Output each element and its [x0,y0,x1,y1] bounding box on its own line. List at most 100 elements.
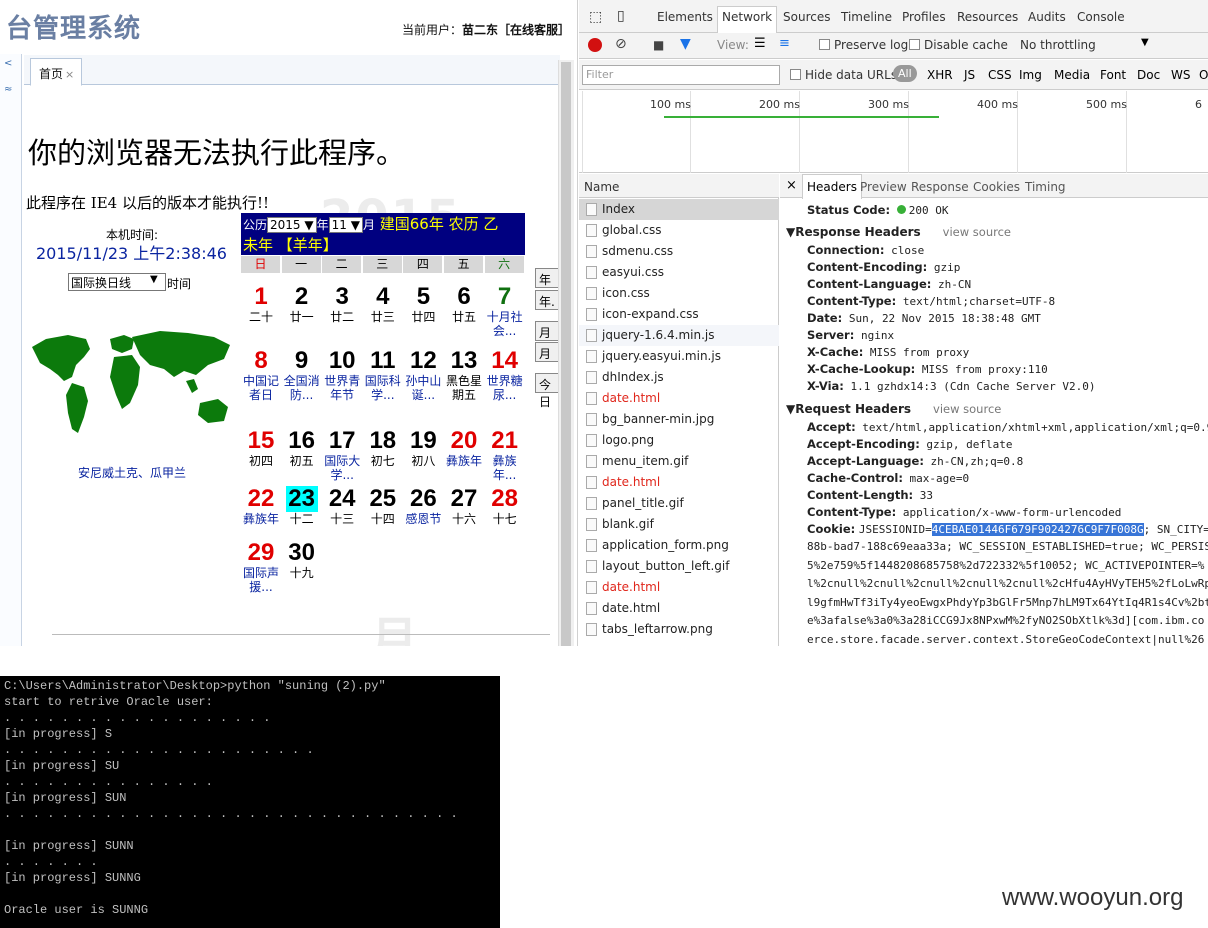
calendar-day[interactable]: 19 初八 [403,428,443,469]
calendar-day[interactable]: 21 彝族年... [485,428,525,483]
tab-elements[interactable]: Elements [657,10,713,24]
tab-audits[interactable]: Audits [1028,10,1066,24]
filter-xhr[interactable]: XHR [927,68,953,82]
disable-cache-checkbox[interactable] [909,39,920,50]
request-row[interactable]: bg_banner-min.jpg [579,409,779,430]
calendar-day[interactable]: 17 国际大学... [322,428,362,483]
calendar-day[interactable]: 8 中国记者日 [241,348,281,403]
calendar-day[interactable]: 9 全国消防... [282,348,322,403]
request-row[interactable]: menu_item.gif [579,451,779,472]
tab-response[interactable]: Response [911,180,969,194]
tab-timing[interactable]: Timing [1025,180,1066,194]
request-row[interactable]: easyui.css [579,262,779,283]
response-headers-section[interactable]: ▼Response Headers view source [786,225,1011,239]
request-row[interactable]: date.html [579,577,779,598]
tab-profiles[interactable]: Profiles [902,10,946,24]
preserve-log-checkbox[interactable] [819,39,830,50]
filter-ws[interactable]: WS [1171,68,1190,82]
calendar-day[interactable]: 10 世界青年节 [322,348,362,403]
close-icon[interactable]: × [786,178,797,193]
throttling-select[interactable]: No throttling [1020,38,1096,52]
tab-cookies[interactable]: Cookies [973,180,1020,194]
device-mode-icon[interactable]: ▯ [617,8,625,24]
network-overview-timeline[interactable]: 100 ms 200 ms 300 ms 400 ms 500 ms 6 [579,91,1208,173]
calendar-day[interactable]: 28 十七 [485,486,525,527]
tab-console[interactable]: Console [1077,10,1125,24]
tab-preview[interactable]: Preview [860,180,907,194]
calendar-day[interactable]: 13 黑色星期五 [444,348,484,403]
calendar-day[interactable]: 5 廿四 [403,284,443,325]
filter-img[interactable]: Img [1019,68,1042,82]
filter-font[interactable]: Font [1100,68,1126,82]
request-row[interactable]: jquery.easyui.min.js [579,346,779,367]
request-row[interactable]: global.css [579,220,779,241]
request-row[interactable]: tabs_leftarrow.png [579,619,779,640]
throttling-arrow-icon[interactable]: ▼ [1141,37,1149,48]
calendar-day[interactable]: 22 彝族年 [241,486,281,527]
expand-arrow-icon[interactable]: < [4,58,18,74]
calendar-day[interactable]: 27 十六 [444,486,484,527]
month-select[interactable]: 11 ▼ [328,216,363,233]
calendar-day[interactable]: 3 廿二 [322,284,362,325]
hide-data-urls-toggle[interactable]: Hide data URLs [790,68,897,82]
calendar-day[interactable]: 24 十三 [322,486,362,527]
request-row[interactable]: panel_title.gif [579,493,779,514]
calendar-day[interactable]: 26 感恩节 [403,486,443,527]
tab-close-icon[interactable]: × [65,68,74,81]
request-row[interactable]: date.html [579,472,779,493]
calendar-day[interactable]: 18 初七 [363,428,403,469]
disable-cache-toggle[interactable]: Disable cache [909,38,1008,52]
tab-home[interactable]: 首页 × [30,58,82,86]
filter-css[interactable]: CSS [988,68,1012,82]
calendar-day[interactable]: 20 彝族年 [444,428,484,469]
calendar-day[interactable]: 7 十月社会... [485,284,525,339]
calendar-day[interactable]: 4 廿三 [363,284,403,325]
column-header-name[interactable]: Name [579,174,779,198]
clear-icon[interactable]: ⊘ [615,36,627,52]
waterfall-icon[interactable]: ≡ [779,36,790,51]
calendar-day[interactable]: 1 二十 [241,284,281,325]
view-source-link[interactable]: view source [933,402,1001,416]
menu-toggle-icon[interactable]: ≈ [4,84,18,100]
request-row[interactable]: date.html [579,598,779,619]
tab-network[interactable]: Network [717,6,778,33]
request-row[interactable]: icon-expand.css [579,304,779,325]
camera-icon[interactable]: ■ [653,38,664,52]
filter-media[interactable]: Media [1054,68,1090,82]
year-select[interactable]: 2015 ▼ [267,216,317,233]
view-source-link[interactable]: view source [943,225,1011,239]
request-row[interactable]: layout_button_left.gif [579,556,779,577]
request-row[interactable]: logo.png [579,430,779,451]
calendar-day[interactable]: 23 十二 [282,486,322,526]
tab-headers[interactable]: Headers [802,174,862,199]
request-row[interactable]: dhIndex.js [579,367,779,388]
request-row[interactable]: application_form.png [579,535,779,556]
request-row[interactable]: jquery-1.6.4.min.js [579,325,779,346]
filter-doc[interactable]: Doc [1137,68,1160,82]
record-icon[interactable] [588,38,602,52]
calendar-day[interactable]: 15 初四 [241,428,281,469]
calendar-day[interactable]: 6 廿五 [444,284,484,325]
inspect-element-icon[interactable]: ⬚ [589,9,602,25]
calendar-day[interactable]: 14 世界糖尿... [485,348,525,403]
cookie-session-id[interactable]: 4CEBAE01446F679F9024276C9F7F008G [931,523,1144,536]
filter-all[interactable]: All [893,65,917,82]
request-row[interactable]: sdmenu.css [579,241,779,262]
request-row[interactable]: Index [579,199,779,220]
calendar-day[interactable]: 16 初五 [282,428,322,469]
request-row[interactable]: blank.gif [579,514,779,535]
calendar-day[interactable]: 12 孙中山诞... [403,348,443,403]
dropdown-arrow-icon[interactable]: ▼ [150,274,158,285]
hide-data-urls-checkbox[interactable] [790,69,801,80]
filter-other[interactable]: O [1199,68,1208,82]
calendar-day[interactable]: 2 廿一 [282,284,322,325]
filter-input[interactable]: Filter [582,65,780,85]
filter-js[interactable]: JS [964,68,975,82]
request-headers-section[interactable]: ▼Request Headers view source [786,402,1001,416]
request-row[interactable]: icon.css [579,283,779,304]
calendar-day[interactable]: 30 十九 [282,540,322,581]
preserve-log-toggle[interactable]: Preserve log [819,38,908,52]
calendar-day[interactable]: 25 十四 [363,486,403,527]
scrollbar-thumb[interactable] [561,62,571,646]
calendar-day[interactable]: 29 国际声援... [241,540,281,595]
